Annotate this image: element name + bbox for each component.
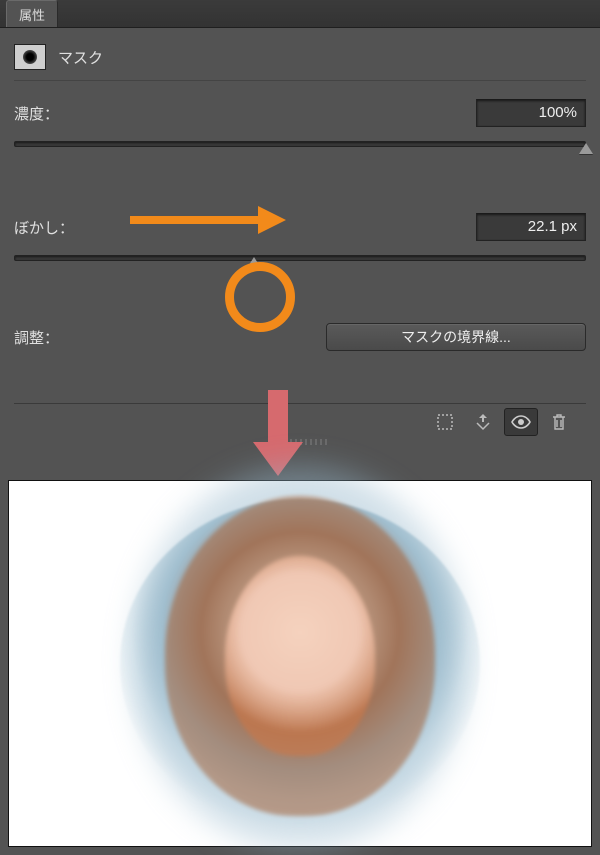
adjust-row: 調整： マスクの境界線...: [14, 323, 586, 361]
feather-slider-thumb[interactable]: [247, 257, 261, 268]
resize-grip[interactable]: [270, 439, 330, 445]
density-slider[interactable]: [14, 135, 586, 155]
panel-body: マスク 濃度： 100% ぼかし： 22.1 px 調整： マスクの境界線...: [0, 28, 600, 445]
delete-icon[interactable]: [542, 408, 576, 436]
mask-thumbnail[interactable]: [14, 44, 46, 70]
apply-mask-icon[interactable]: [466, 408, 500, 436]
mask-thumbnail-dot: [23, 50, 37, 64]
properties-tab[interactable]: 属性: [6, 0, 58, 27]
preview-canvas: [8, 480, 592, 847]
density-slider-track: [14, 141, 586, 147]
toggle-visibility-icon[interactable]: [504, 408, 538, 436]
mask-header-label: マスク: [58, 47, 103, 68]
feather-value-input[interactable]: 22.1 px: [476, 213, 586, 241]
panel-tab-bar: 属性: [0, 0, 600, 28]
feather-label: ぼかし：: [14, 217, 74, 238]
mask-header: マスク: [14, 38, 586, 81]
preview-subject: [225, 556, 375, 756]
density-label: 濃度：: [14, 103, 59, 124]
feather-slider[interactable]: [14, 249, 586, 269]
mask-edge-button[interactable]: マスクの境界線...: [326, 323, 586, 351]
feather-row: ぼかし： 22.1 px: [14, 213, 586, 241]
density-row: 濃度： 100%: [14, 99, 586, 127]
footer-bar: [14, 403, 586, 439]
density-value-input[interactable]: 100%: [476, 99, 586, 127]
feather-slider-track: [14, 255, 586, 261]
density-slider-thumb[interactable]: [579, 143, 593, 154]
load-selection-icon[interactable]: [428, 408, 462, 436]
adjust-label: 調整：: [14, 327, 59, 348]
